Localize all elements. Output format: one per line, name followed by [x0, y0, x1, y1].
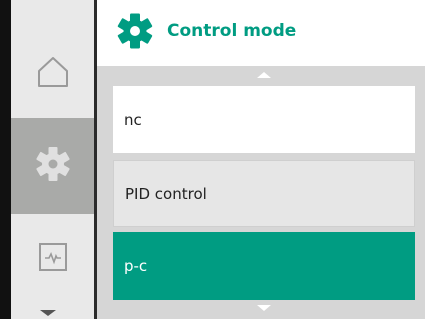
screen: nc PID control p-c Control mode: [0, 0, 425, 319]
diagnostics-icon: [38, 242, 68, 276]
option-label: PID control: [125, 184, 207, 203]
device-rim: [0, 0, 11, 319]
nav-item-settings[interactable]: [11, 118, 95, 214]
gear-icon: [35, 146, 71, 186]
scroll-up-icon[interactable]: [257, 72, 271, 78]
option-pid-control[interactable]: PID control: [113, 160, 415, 227]
scroll-down-icon[interactable]: [257, 305, 271, 311]
home-icon: [36, 55, 70, 93]
option-label: p-c: [124, 257, 148, 275]
title-bar: Control mode: [117, 13, 296, 49]
option-nc[interactable]: nc: [113, 86, 415, 153]
header: Control mode: [97, 0, 425, 66]
nav-scroll-down-icon[interactable]: [40, 310, 56, 316]
nav-item-home[interactable]: [11, 30, 95, 118]
option-label: nc: [124, 110, 142, 129]
page-title: Control mode: [167, 21, 297, 41]
nav-item-diagnostics[interactable]: [11, 214, 95, 304]
gear-icon: [117, 13, 153, 49]
option-p-c-selected[interactable]: p-c: [113, 232, 415, 300]
